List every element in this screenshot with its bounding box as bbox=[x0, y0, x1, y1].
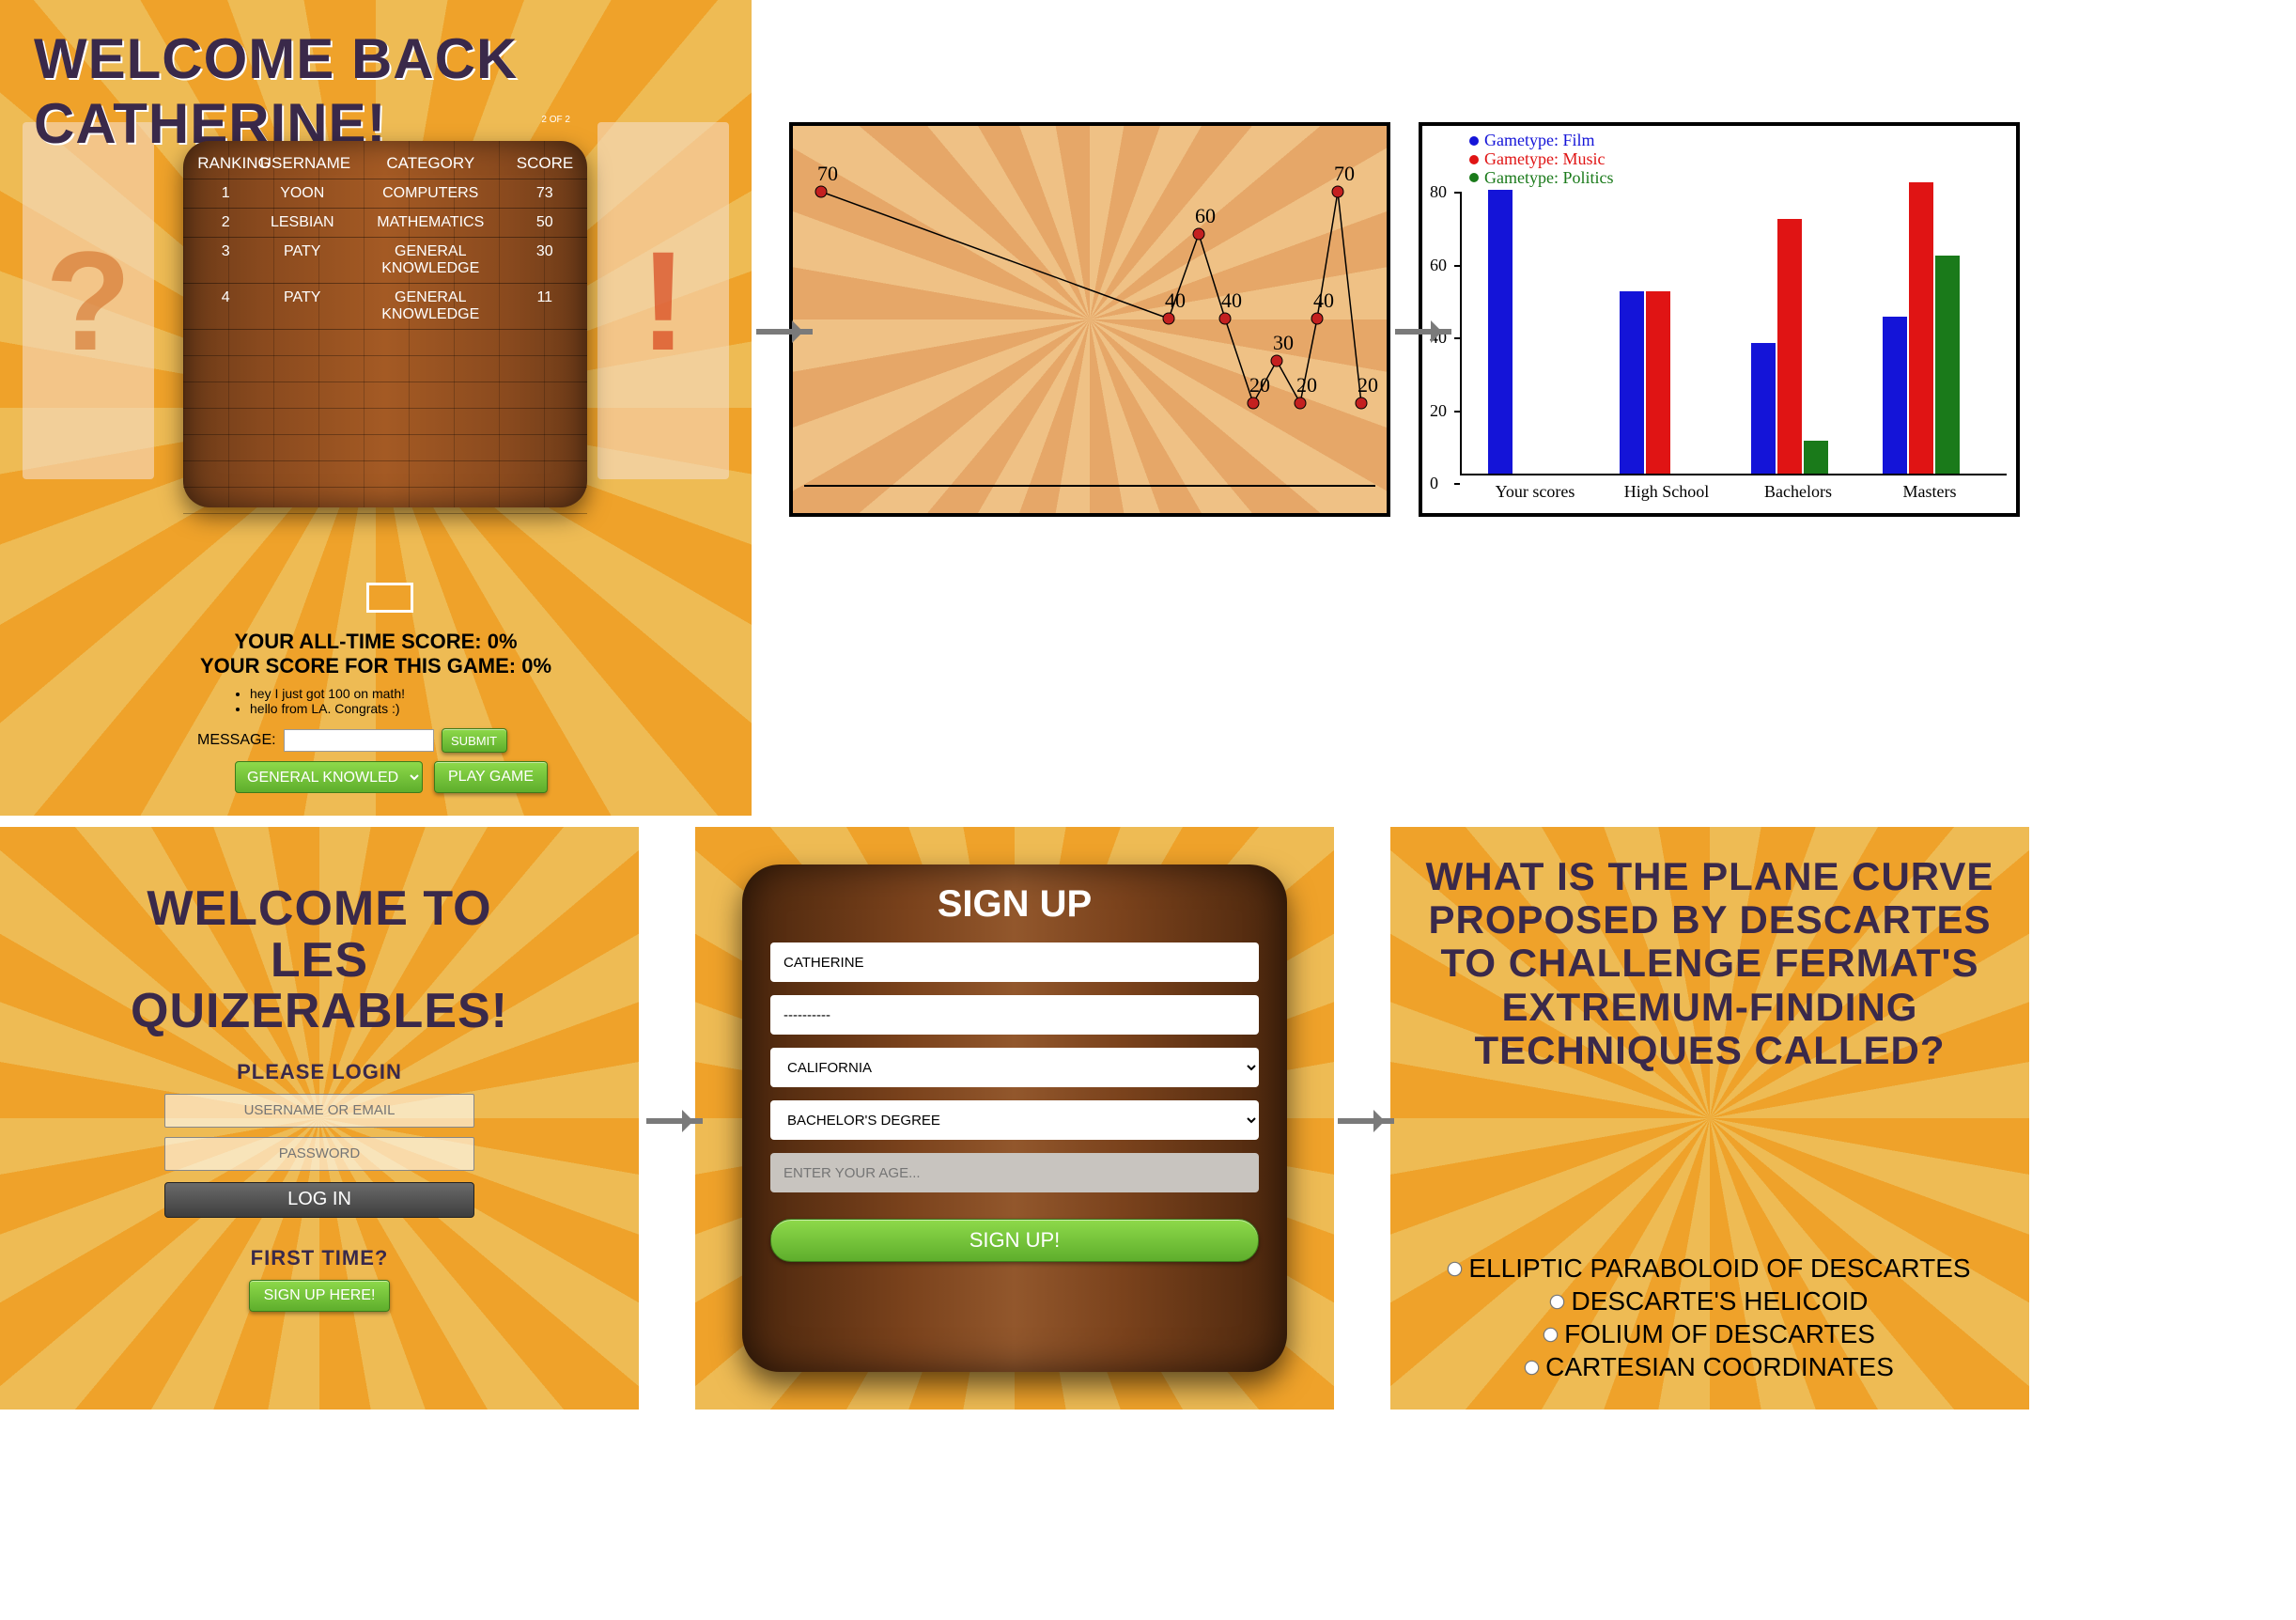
play-game-button[interactable]: Play Game bbox=[434, 761, 548, 793]
login-panel: Welcome to Les Quizerables! Please Login… bbox=[0, 827, 639, 1410]
svg-text:20: 20 bbox=[1249, 373, 1270, 397]
state-select[interactable]: California bbox=[770, 1048, 1259, 1087]
answer-option[interactable]: Folium of Descartes bbox=[1390, 1317, 2029, 1350]
thisgame-score: Your Score for this game: 0% bbox=[0, 654, 752, 678]
answer-option[interactable]: Cartesian Coordinates bbox=[1390, 1350, 2029, 1383]
x-axis bbox=[1460, 474, 2007, 475]
quiz-panel: What is the plane curve proposed by Desc… bbox=[1390, 827, 2029, 1410]
education-select[interactable]: Bachelor's Degree bbox=[770, 1100, 1259, 1140]
first-time-label: First Time? bbox=[0, 1246, 639, 1270]
feed-item: hello from LA. Congrats :) bbox=[250, 701, 405, 716]
x-tick: Bachelors bbox=[1732, 482, 1864, 502]
x-tick: High School bbox=[1601, 482, 1732, 502]
svg-text:40: 40 bbox=[1313, 288, 1334, 312]
message-feed: hey I just got 100 on math!hello from LA… bbox=[225, 686, 405, 716]
y-tick: 80 bbox=[1430, 182, 1447, 202]
svg-text:40: 40 bbox=[1165, 288, 1186, 312]
x-tick: Your scores bbox=[1469, 482, 1601, 502]
col-ranking: Ranking bbox=[197, 154, 254, 173]
legend: Gametype: FilmGametype: MusicGametype: P… bbox=[1469, 132, 1613, 187]
legend-item: Gametype: Music bbox=[1469, 150, 1613, 169]
leaderboard: 2 of 2 Ranking Username Category Score 1… bbox=[183, 141, 587, 507]
col-score: Score bbox=[517, 154, 573, 173]
signup-panel: Sign up California Bachelor's Degree Sig… bbox=[695, 827, 1334, 1410]
bar bbox=[1620, 291, 1644, 474]
y-axis bbox=[1460, 192, 1462, 475]
leaderboard-header: Ranking Username Category Score bbox=[183, 141, 587, 179]
score-summary: Your All-Time Score: 0% Your Score for t… bbox=[0, 630, 752, 678]
bar bbox=[1909, 182, 1933, 474]
signup-submit-button[interactable]: Sign Up! bbox=[770, 1219, 1259, 1262]
name-input[interactable] bbox=[770, 942, 1259, 982]
exclaim-icon: ! bbox=[597, 122, 729, 479]
svg-text:20: 20 bbox=[1357, 373, 1378, 397]
leaderboard-row: 3PatyGeneral Knowledge30 bbox=[183, 238, 587, 284]
slide-counter: 2 of 2 bbox=[541, 115, 570, 125]
signup-card: Sign up California Bachelor's Degree Sig… bbox=[742, 865, 1287, 1372]
svg-text:40: 40 bbox=[1221, 288, 1242, 312]
arrow-icon bbox=[646, 1118, 703, 1124]
please-login-label: Please Login bbox=[0, 1060, 639, 1084]
svg-text:70: 70 bbox=[1334, 162, 1355, 185]
login-title: Welcome to Les Quizerables! bbox=[0, 827, 639, 1037]
arrow-icon bbox=[1395, 329, 1451, 335]
category-select[interactable]: General Knowledge bbox=[235, 761, 423, 793]
password-input[interactable] bbox=[164, 1137, 474, 1171]
question-text: What is the plane curve proposed by Desc… bbox=[1390, 827, 2029, 1072]
alltime-score: Your All-Time Score: 0% bbox=[0, 630, 752, 654]
legend-item: Gametype: Film bbox=[1469, 132, 1613, 150]
submit-button[interactable]: Submit bbox=[442, 728, 507, 753]
y-tick: 20 bbox=[1430, 401, 1447, 421]
answer-radio[interactable] bbox=[1448, 1262, 1463, 1277]
svg-text:30: 30 bbox=[1273, 331, 1294, 354]
bar bbox=[1804, 441, 1828, 474]
leaderboard-row: 1YoonComputers73 bbox=[183, 179, 587, 209]
answer-radio[interactable] bbox=[1550, 1295, 1565, 1310]
message-label: Message: bbox=[197, 732, 276, 749]
bar bbox=[1935, 256, 1960, 475]
login-button[interactable]: Log In bbox=[164, 1182, 474, 1218]
age-input[interactable] bbox=[770, 1153, 1259, 1192]
arrow-icon bbox=[1338, 1118, 1394, 1124]
leaderboard-row: 2LesbianMathematics50 bbox=[183, 209, 587, 238]
arrow-icon bbox=[756, 329, 813, 335]
feed-item: hey I just got 100 on math! bbox=[250, 686, 405, 701]
col-category: Category bbox=[350, 154, 510, 173]
y-tick: 60 bbox=[1430, 256, 1447, 275]
welcome-heading: Welcome Back Catherine! bbox=[0, 0, 752, 156]
bar bbox=[1488, 190, 1513, 474]
signup-title: Sign up bbox=[770, 883, 1259, 926]
legend-item: Gametype: Politics bbox=[1469, 169, 1613, 188]
signup-here-button[interactable]: Sign Up Here! bbox=[249, 1280, 390, 1312]
answer-list: Elliptic Paraboloid of DescartesDescarte… bbox=[1390, 1252, 2029, 1383]
answer-option[interactable]: Elliptic Paraboloid of Descartes bbox=[1390, 1252, 2029, 1285]
x-axis bbox=[804, 485, 1375, 487]
slide-thumbnail[interactable] bbox=[366, 583, 413, 613]
bar bbox=[1646, 291, 1670, 474]
line-chart: 70406040203020407020 bbox=[793, 126, 1390, 517]
bar bbox=[1777, 219, 1802, 474]
y-tick: 0 bbox=[1430, 474, 1438, 493]
svg-text:20: 20 bbox=[1296, 373, 1317, 397]
bar bbox=[1883, 317, 1907, 474]
answer-radio[interactable] bbox=[1544, 1328, 1559, 1343]
svg-text:70: 70 bbox=[817, 162, 838, 185]
svg-text:60: 60 bbox=[1195, 204, 1216, 227]
bar-chart-panel: Gametype: FilmGametype: MusicGametype: P… bbox=[1419, 122, 2020, 517]
col-username: Username bbox=[260, 154, 345, 173]
dashboard-panel: Welcome Back Catherine! ? ! 2 of 2 Ranki… bbox=[0, 0, 752, 816]
line-chart-panel: 70406040203020407020 01/1001/1001/1001/1… bbox=[789, 122, 1390, 517]
password-input[interactable] bbox=[770, 995, 1259, 1035]
leaderboard-row: 4PatyGeneral Knowledge11 bbox=[183, 284, 587, 330]
x-tick: Masters bbox=[1864, 482, 1995, 502]
answer-option[interactable]: Descarte's Helicoid bbox=[1390, 1285, 2029, 1317]
bar bbox=[1751, 343, 1776, 475]
message-input[interactable] bbox=[284, 729, 434, 752]
answer-radio[interactable] bbox=[1525, 1361, 1540, 1376]
username-input[interactable] bbox=[164, 1094, 474, 1128]
question-mark-icon: ? bbox=[23, 122, 154, 479]
